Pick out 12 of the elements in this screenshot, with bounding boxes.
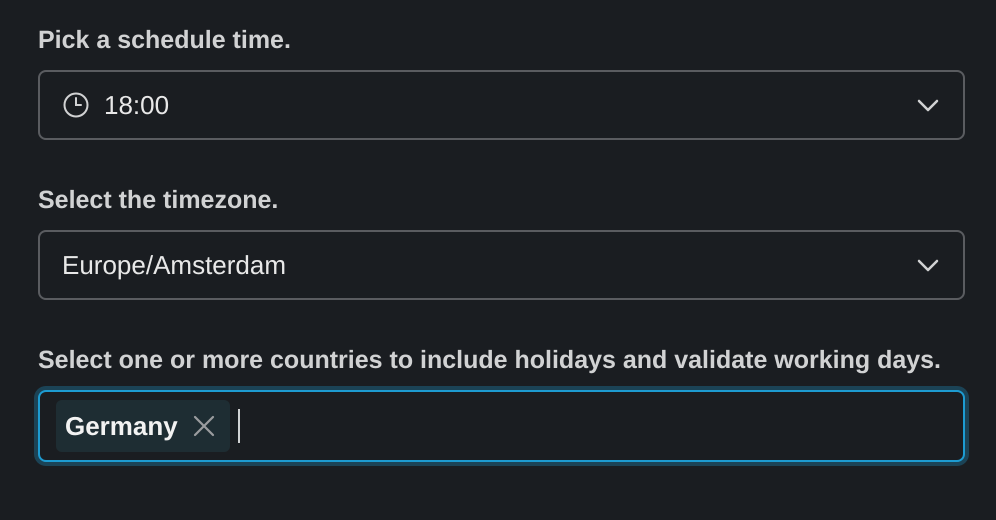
tag-label: Germany [65, 410, 178, 442]
country-input-field[interactable]: Germany [38, 390, 965, 462]
close-icon[interactable] [192, 414, 216, 438]
time-dropdown[interactable]: 18:00 [38, 70, 965, 140]
clock-icon [62, 91, 90, 119]
field-label: Pick a schedule time. [38, 25, 292, 56]
timezone-dropdown[interactable]: Europe/Amsterdam [38, 230, 965, 300]
selected-timezone: Europe/Amsterdam [62, 250, 287, 280]
field-label: Select one or more countries to include holidays and validate working days. [38, 345, 942, 376]
text-cursor [238, 409, 240, 443]
selected-time: 18:00 [104, 90, 170, 120]
field-label: Select the timezone. [38, 185, 280, 216]
